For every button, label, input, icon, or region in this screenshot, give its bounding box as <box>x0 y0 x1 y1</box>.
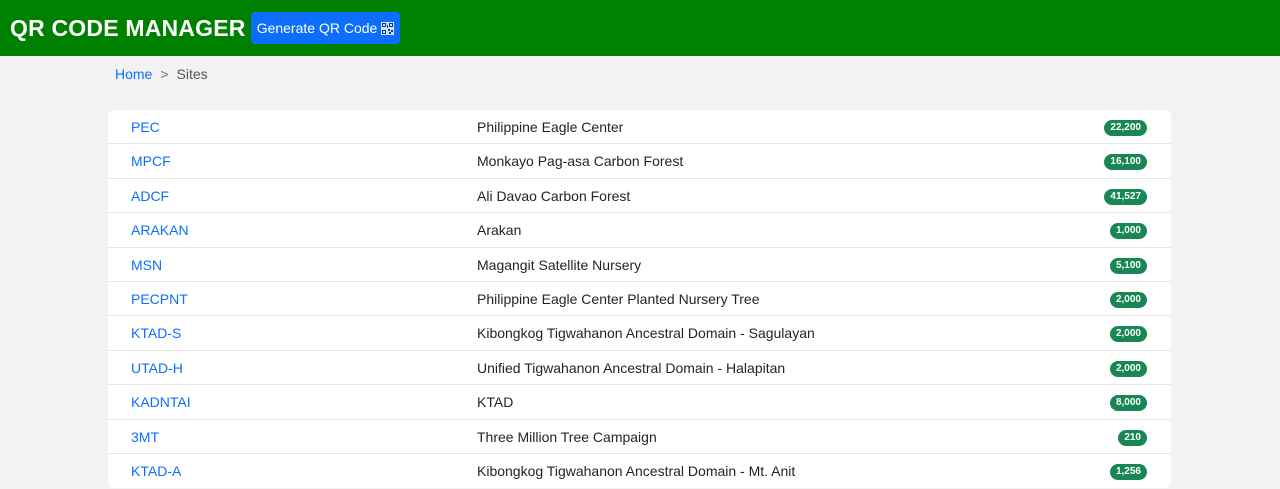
list-item: ADCF Ali Davao Carbon Forest 41,527 <box>108 179 1171 214</box>
top-navbar: QR CODE MANAGER Generate QR Code <box>0 0 1280 56</box>
site-code-link[interactable]: MSN <box>131 257 162 273</box>
site-name: Arakan <box>477 222 522 239</box>
app-title[interactable]: QR CODE MANAGER <box>10 14 246 42</box>
list-item: MPCF Monkayo Pag-asa Carbon Forest 16,10… <box>108 144 1171 179</box>
breadcrumb-current: Sites <box>176 66 208 82</box>
count-badge: 210 <box>1118 429 1147 446</box>
count-badge: 2,000 <box>1109 291 1147 308</box>
site-code-link[interactable]: KTAD-S <box>131 325 181 341</box>
site-name: Unified Tigwahanon Ancestral Domain - Ha… <box>477 359 786 376</box>
count-badge: 1,256 <box>1109 463 1147 480</box>
count-badge: 8,000 <box>1109 395 1147 412</box>
count-badge: 5,100 <box>1109 257 1147 274</box>
site-code-link[interactable]: 3MT <box>131 429 159 445</box>
generate-qr-code-label: Generate QR Code <box>256 20 378 36</box>
site-name: Monkayo Pag-asa Carbon Forest <box>477 153 684 170</box>
site-name: Kibongkog Tigwahanon Ancestral Domain - … <box>477 462 796 479</box>
count-badge: 22,200 <box>1104 120 1147 136</box>
list-item: 3MT Three Million Tree Campaign 210 <box>108 420 1171 454</box>
site-name: Ali Davao Carbon Forest <box>477 187 631 204</box>
count-badge: 1,000 <box>1109 223 1147 240</box>
site-code-link[interactable]: MPCF <box>131 153 171 169</box>
site-code-link[interactable]: ARAKAN <box>131 222 189 238</box>
site-code-link[interactable]: UTAD-H <box>131 360 183 376</box>
list-item: KADNTAI KTAD 8,000 <box>108 385 1171 420</box>
count-badge: 2,000 <box>1109 360 1147 377</box>
breadcrumb-home-link[interactable]: Home <box>115 66 152 82</box>
site-name: Kibongkog Tigwahanon Ancestral Domain - … <box>477 325 815 342</box>
breadcrumb-separator: > <box>160 66 169 82</box>
list-item: KTAD-S Kibongkog Tigwahanon Ancestral Do… <box>108 316 1171 351</box>
site-code-link[interactable]: KTAD-A <box>131 463 181 479</box>
site-code-link[interactable]: PECPNT <box>131 291 188 307</box>
site-code-link[interactable]: PEC <box>131 119 160 135</box>
list-item: KTAD-A Kibongkog Tigwahanon Ancestral Do… <box>108 454 1171 488</box>
qr-code-icon <box>381 21 395 35</box>
site-name: Three Million Tree Campaign <box>477 428 657 445</box>
breadcrumb: Home > Sites <box>115 66 208 82</box>
site-name: KTAD <box>477 394 514 411</box>
site-name: Magangit Satellite Nursery <box>477 256 642 273</box>
site-code-link[interactable]: KADNTAI <box>131 394 191 410</box>
count-badge: 16,100 <box>1104 154 1147 171</box>
site-code-link[interactable]: ADCF <box>131 188 169 204</box>
list-item: MSN Magangit Satellite Nursery 5,100 <box>108 248 1171 282</box>
generate-qr-code-button[interactable]: Generate QR Code <box>251 12 400 44</box>
list-item: PEC Philippine Eagle Center 22,200 <box>108 110 1171 145</box>
sites-list: PEC Philippine Eagle Center 22,200 MPCF … <box>108 110 1171 489</box>
list-item: ARAKAN Arakan 1,000 <box>108 213 1171 248</box>
list-item: PECPNT Philippine Eagle Center Planted N… <box>108 282 1171 317</box>
count-badge: 41,527 <box>1104 188 1147 205</box>
list-item: UTAD-H Unified Tigwahanon Ancestral Doma… <box>108 351 1171 386</box>
site-name: Philippine Eagle Center <box>477 119 624 135</box>
site-name: Philippine Eagle Center Planted Nursery … <box>477 290 760 307</box>
count-badge: 2,000 <box>1109 326 1147 343</box>
